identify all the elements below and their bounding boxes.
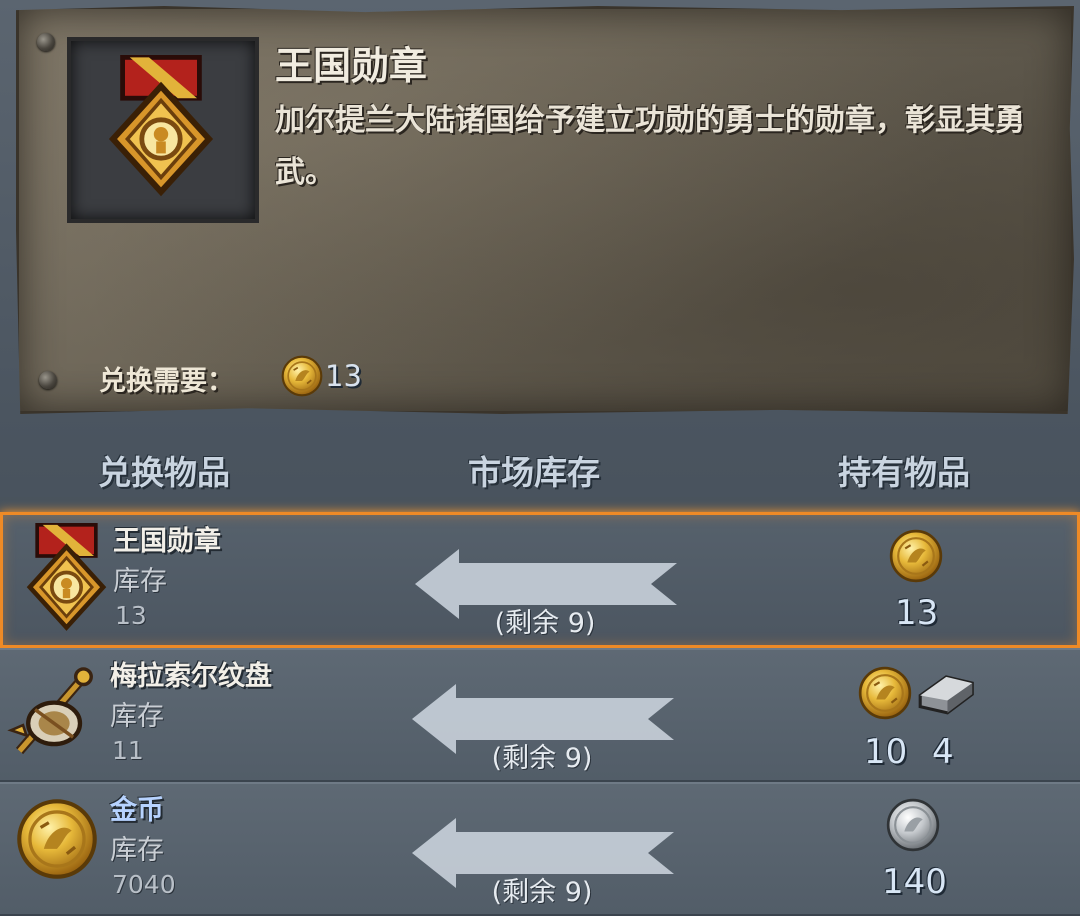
gold-coin-icon — [858, 666, 912, 720]
row-remaining: (剩余 9) — [491, 743, 593, 774]
exchange-row-gold-coin[interactable]: 金币 库存 7040 (剩余 9) 140 — [0, 782, 1080, 916]
owned-items: 140 — [876, 794, 966, 904]
bolt-icon — [37, 33, 55, 51]
row-stock-label: 库存 — [110, 835, 164, 866]
row-remaining: (剩余 9) — [491, 877, 593, 908]
row-item-name: 王国勋章 — [113, 526, 221, 557]
item-detail-panel: 王国勋章 加尔提兰大陆诸国给予建立功勋的勇士的勋章，彰显其勇武。 兑换需要： 1… — [16, 6, 1074, 414]
row-stock-value: 7040 — [112, 870, 176, 899]
royal-medal-icon — [101, 55, 221, 199]
owned-count: 10 — [864, 732, 908, 772]
owned-count: 140 — [882, 862, 947, 902]
gold-coin-icon — [281, 355, 323, 397]
requirement-label: 兑换需要： — [99, 366, 234, 397]
owned-count: 13 — [895, 593, 939, 633]
row-stock-value: 11 — [112, 736, 144, 765]
column-header-owned-items: 持有物品 — [838, 453, 970, 492]
row-item-name: 梅拉索尔纹盘 — [110, 661, 272, 692]
exchange-row-mirasol-disc[interactable]: 梅拉索尔纹盘 库存 11 (剩余 9) 10 4 — [0, 648, 1080, 782]
column-header-exchange-item: 兑换物品 — [98, 453, 230, 492]
row-stock-label: 库存 — [113, 566, 167, 597]
silver-coin-icon — [886, 798, 940, 852]
item-title: 王国勋章 — [275, 44, 428, 88]
royal-medal-icon — [19, 523, 114, 633]
row-remaining: (剩余 9) — [494, 608, 596, 639]
gold-coin-icon — [889, 529, 943, 583]
exchange-row-royal-medal[interactable]: 王国勋章 库存 13 (剩余 9) 13 — [0, 512, 1080, 648]
requirement-value: 13 — [325, 359, 362, 393]
owned-items: 13 — [883, 525, 963, 635]
gold-coin-icon — [16, 798, 98, 880]
owned-count: 4 — [932, 732, 954, 772]
owned-items: 10 4 — [858, 660, 978, 772]
row-item-name: 金币 — [110, 795, 164, 826]
iron-ingot-icon — [914, 668, 976, 718]
column-header-market-stock: 市场库存 — [468, 453, 600, 492]
row-stock-label: 库存 — [110, 701, 164, 732]
row-stock-value: 13 — [115, 601, 147, 630]
mirasol-disc-icon — [4, 658, 99, 768]
bolt-icon — [39, 371, 57, 389]
item-description: 加尔提兰大陆诸国给予建立功勋的勇士的勋章，彰显其勇武。 — [275, 103, 1025, 190]
item-icon-frame — [67, 37, 259, 223]
